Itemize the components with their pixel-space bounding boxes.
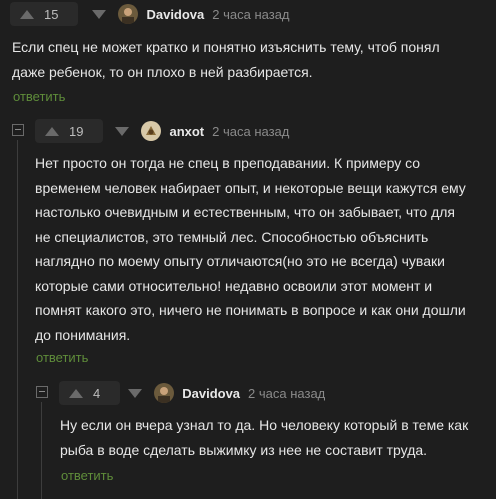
vote-count: 15 (44, 6, 59, 22)
thread-line (17, 140, 18, 499)
text-line: даже ребенок, то он плохо в ней разбирае… (12, 63, 313, 80)
upvote-icon[interactable] (69, 388, 83, 398)
text-line: настолько очевидным и естественным, что … (35, 204, 455, 220)
text-line: Если спец не может кратко и понятно изъя… (12, 39, 440, 55)
text-line: наглядно по моему опыту отличаются(но эт… (35, 253, 445, 269)
reply-link[interactable]: ответить (13, 89, 65, 104)
downvote-icon[interactable] (92, 9, 107, 19)
text-line: помнят какого это, ничего не понимать в … (35, 302, 466, 318)
upvote-icon[interactable] (45, 126, 59, 136)
text-line: до понимания. (35, 326, 131, 343)
vote-count: 19 (69, 123, 84, 139)
vote-count: 4 (93, 385, 101, 401)
comment-3-text: Ну если он вчера узнал то да. Но человек… (60, 413, 490, 462)
reply-link[interactable]: ответить (61, 468, 113, 483)
timestamp[interactable]: 2 часа назад (212, 7, 289, 22)
downvote-icon[interactable] (128, 388, 143, 398)
text-line: не специалистов, это темный лес. Способн… (35, 228, 429, 245)
comment-3-header: 4 Davidova 2 часа назад (59, 379, 325, 407)
collapse-icon[interactable] (36, 386, 48, 398)
thread-line (41, 402, 42, 499)
text-line: временем человек набирает опыт, и некото… (35, 179, 466, 196)
text-line: которые сами относительно! недавно освои… (35, 277, 433, 294)
text-line: Ну если он вчера узнал то да. Но человек… (60, 417, 469, 433)
vote-widget: 15 (10, 2, 79, 26)
author-name[interactable]: Davidova (146, 7, 204, 22)
author-name[interactable]: anxot (169, 124, 204, 139)
comment-2-header: 19 anxot 2 часа назад (35, 117, 289, 145)
vote-widget: 4 (59, 381, 121, 405)
timestamp[interactable]: 2 часа назад (248, 386, 325, 401)
upvote-icon[interactable] (20, 9, 34, 19)
avatar[interactable] (118, 4, 139, 24)
timestamp[interactable]: 2 часа назад (212, 124, 289, 139)
collapse-icon[interactable] (12, 124, 24, 136)
text-line: Нет просто он тогда не спец в преподаван… (35, 155, 421, 171)
comment-1-header: 15 Davidova 2 часа назад (10, 0, 290, 28)
reply-link[interactable]: ответить (36, 350, 88, 365)
vote-widget: 19 (35, 119, 104, 143)
comment-2-text: Нет просто он тогда не спец в преподаван… (35, 151, 490, 347)
author-name[interactable]: Davidova (182, 386, 240, 401)
downvote-icon[interactable] (115, 126, 130, 136)
avatar[interactable] (141, 121, 162, 141)
avatar[interactable] (154, 383, 175, 403)
comment-1-text: Если спец не может кратко и понятно изъя… (12, 35, 482, 84)
text-line: рыба в воде сделать выжимку из нее не со… (60, 441, 428, 458)
